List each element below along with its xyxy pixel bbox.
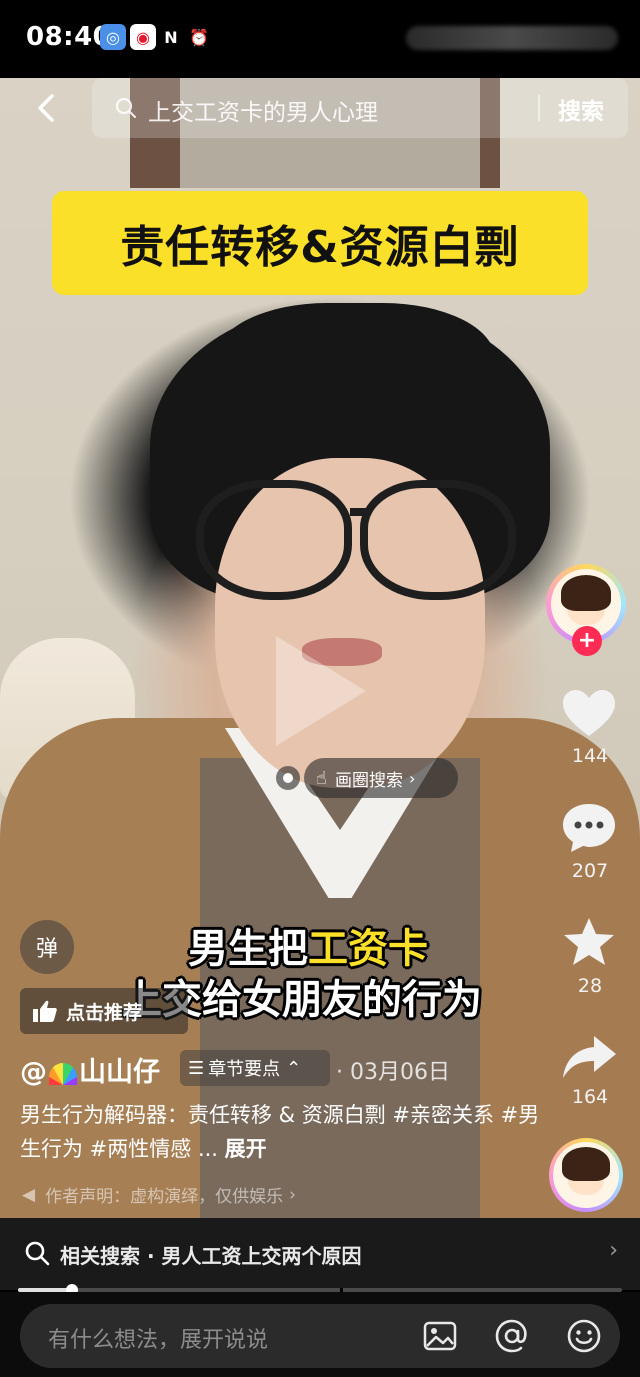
hair-fringe xyxy=(215,303,495,443)
play-icon[interactable] xyxy=(276,636,366,746)
search-icon xyxy=(115,97,137,119)
speaker-icon: ◀ xyxy=(22,1184,36,1205)
chapters-button[interactable]: ☰ 章节要点 ⌃ xyxy=(180,1050,330,1086)
status-time: 08:40 xyxy=(26,22,112,52)
video-title-banner: 责任转移&资源白剽 xyxy=(52,191,588,295)
banner-title: 责任转移&资源白剽 xyxy=(120,222,520,273)
weibo-icon: ◉ xyxy=(130,24,156,50)
at-icon[interactable] xyxy=(494,1318,530,1354)
chevron-up-icon: ⌃ xyxy=(286,1057,302,1079)
related-search-bar[interactable]: 相关搜索 · 男人工资上交两个原因 › xyxy=(0,1218,640,1290)
music-disc-avatar[interactable] xyxy=(549,1138,623,1212)
status-right-icons xyxy=(406,26,618,50)
app-notification-icon: ◎ xyxy=(100,24,126,50)
recommend-button[interactable]: 点击推荐 xyxy=(20,988,188,1034)
circle-search-button[interactable]: ☝ 画圈搜索 › xyxy=(304,758,458,798)
glasses-left-lens xyxy=(196,480,352,600)
heart-icon[interactable] xyxy=(560,688,618,740)
subtitle-line-1: 男生把工资卡 xyxy=(188,916,428,974)
chevron-left-icon[interactable] xyxy=(28,88,68,128)
comment-bubble-icon[interactable] xyxy=(560,802,618,854)
follow-button[interactable]: + xyxy=(572,626,602,656)
post-date: · 03月06日 xyxy=(336,1060,450,1085)
expand-link[interactable]: 展开 xyxy=(225,1137,267,1161)
hand-point-icon: ☝ xyxy=(316,767,327,789)
share-count: 164 xyxy=(571,1086,609,1108)
subtitle-text: 男生把 xyxy=(188,926,308,972)
author-name-text: 山山仔 xyxy=(79,1057,160,1088)
rainbow-icon xyxy=(49,1062,77,1085)
danmu-toggle-button[interactable]: 弹 xyxy=(20,920,74,974)
search-icon xyxy=(25,1241,50,1266)
search-divider xyxy=(538,95,540,121)
author-name[interactable]: @ 山山仔 xyxy=(20,1050,160,1089)
emoji-icon[interactable] xyxy=(566,1318,602,1354)
description-text: 男生行为解码器：责任转移 & 资源白剽 #亲密关系 #男生行为 #两性情感 ..… xyxy=(20,1103,540,1161)
danmu-label: 弹 xyxy=(35,937,58,962)
comment-placeholder[interactable]: 有什么想法，展开说说 xyxy=(48,1322,268,1354)
image-icon[interactable] xyxy=(422,1318,458,1354)
favorite-count: 28 xyxy=(577,975,603,997)
search-button[interactable]: 搜索 xyxy=(558,92,604,126)
comment-count: 207 xyxy=(571,860,609,882)
glasses-bridge xyxy=(350,508,368,516)
disclaimer-text: 作者声明：虚构演绎，仅供娱乐 xyxy=(45,1187,284,1207)
chevron-right-icon: › xyxy=(408,768,416,788)
chevron-right-icon: › xyxy=(609,1238,618,1263)
list-icon: ☰ xyxy=(188,1057,205,1079)
thumbs-up-icon xyxy=(33,1000,57,1022)
related-search-text: 相关搜索 · 男人工资上交两个原因 xyxy=(60,1244,362,1268)
circle-search-label: 画圈搜索 xyxy=(334,770,403,791)
author-disclaimer[interactable]: ◀ 作者声明：虚构演绎，仅供娱乐 › xyxy=(22,1182,296,1208)
glasses-right-lens xyxy=(360,480,516,600)
subtitle-highlight: 工资卡 xyxy=(308,926,428,972)
chapters-label: 章节要点 xyxy=(208,1059,281,1080)
nfc-icon: N xyxy=(164,27,178,47)
alarm-icon: ⏰ xyxy=(189,27,209,47)
star-icon[interactable] xyxy=(560,916,618,968)
progress-dot-indicator xyxy=(276,766,300,790)
search-query[interactable]: 上交工资卡的男人心理 xyxy=(148,93,378,127)
recommend-label: 点击推荐 xyxy=(66,1001,143,1024)
at-symbol: @ xyxy=(20,1057,47,1088)
chevron-right-icon: › xyxy=(289,1184,296,1205)
like-count: 144 xyxy=(571,745,609,767)
video-description[interactable]: 男生行为解码器：责任转移 & 资源白剽 #亲密关系 #男生行为 #两性情感 ..… xyxy=(20,1098,540,1166)
share-arrow-icon[interactable] xyxy=(560,1032,618,1084)
